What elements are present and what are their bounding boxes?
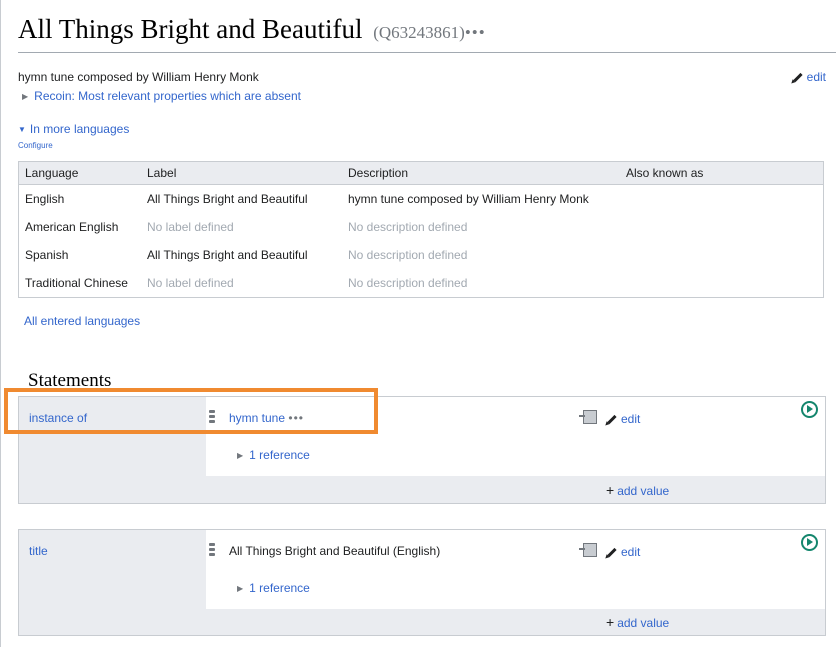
page-title: All Things Bright and Beautiful (Q632438…	[18, 14, 486, 45]
language-description: No description defined	[348, 248, 468, 262]
more-languages-toggle[interactable]: ▼ In more languages	[18, 122, 129, 136]
all-entered-languages-link[interactable]: All entered languages	[24, 314, 140, 328]
column-header-label: Label	[141, 161, 342, 185]
table-row: Spanish All Things Bright and Beautiful …	[19, 241, 824, 269]
language-label: All Things Bright and Beautiful	[147, 192, 308, 206]
language-label: No label defined	[147, 220, 234, 234]
item-label: All Things Bright and Beautiful	[18, 14, 363, 44]
add-statement-icon[interactable]	[801, 401, 818, 418]
add-value-label[interactable]: add value	[617, 484, 669, 498]
statement-value-area: All Things Bright and Beautiful (English…	[206, 530, 825, 609]
language-label: All Things Bright and Beautiful	[147, 248, 308, 262]
language-aliases	[620, 241, 824, 269]
language-name: Spanish	[25, 248, 69, 262]
pencil-icon	[607, 547, 617, 558]
triangle-down-icon: ▼	[18, 125, 26, 134]
configure-label[interactable]: Configure	[18, 141, 53, 150]
import-icon[interactable]	[579, 410, 597, 424]
language-name: English	[25, 192, 65, 206]
plus-icon: +	[606, 614, 615, 630]
more-languages-label[interactable]: In more languages	[30, 122, 129, 136]
pencil-icon	[607, 414, 617, 425]
language-aliases	[620, 269, 824, 298]
languages-header-row: Language Label Description Also known as	[18, 161, 824, 185]
column-header-language: Language	[18, 161, 141, 185]
statement-value: All Things Bright and Beautiful (English…	[229, 544, 441, 558]
edit-statement-link[interactable]: edit	[621, 545, 640, 559]
more-options-icon[interactable]: •••	[465, 23, 486, 42]
add-value-button[interactable]: + add value	[606, 482, 669, 498]
edit-description-link[interactable]: edit	[807, 70, 826, 84]
add-statement-icon[interactable]	[801, 534, 818, 551]
plus-icon: +	[606, 482, 615, 498]
statement-value-area: hymn tune ••• ▶ 1 reference edit	[206, 397, 825, 476]
references-toggle[interactable]: ▶ 1 reference	[237, 581, 310, 595]
property-link[interactable]: title	[29, 544, 48, 558]
statement-toolbar: edit	[579, 543, 640, 559]
references-toggle[interactable]: ▶ 1 reference	[237, 448, 310, 462]
recoin-toggle[interactable]: ▶ Recoin: Most relevant properties which …	[22, 89, 301, 103]
table-row: English All Things Bright and Beautiful …	[19, 185, 824, 214]
statement-group-title: title All Things Bright and Beautiful (E…	[18, 529, 826, 636]
languages-table: Language Label Description Also known as…	[18, 161, 824, 298]
table-row: American English No label defined No des…	[19, 213, 824, 241]
title-divider	[18, 52, 836, 53]
page-left-border	[0, 0, 1, 647]
value-link[interactable]: hymn tune	[229, 411, 285, 425]
triangle-right-icon: ▶	[237, 451, 244, 460]
language-aliases	[620, 185, 824, 214]
rank-icon[interactable]	[209, 543, 215, 557]
references-label[interactable]: 1 reference	[249, 448, 310, 462]
edit-description-button[interactable]: edit	[793, 70, 826, 84]
statement-group-instance-of: instance of hymn tune ••• ▶ 1 reference e…	[18, 396, 826, 504]
language-label: No label defined	[147, 276, 234, 290]
triangle-right-icon: ▶	[237, 584, 244, 593]
column-header-description: Description	[342, 161, 620, 185]
language-name: American English	[25, 220, 119, 234]
statement-toolbar: edit	[579, 410, 640, 426]
import-icon[interactable]	[579, 543, 597, 557]
language-description: No description defined	[348, 276, 468, 290]
language-aliases	[620, 213, 824, 241]
configure-link[interactable]: Configure	[18, 141, 53, 150]
language-description: hymn tune composed by William Henry Monk	[348, 192, 589, 206]
item-qid: (Q63243861)	[373, 23, 465, 42]
statements-heading: Statements	[28, 370, 112, 391]
pencil-icon	[793, 72, 803, 83]
recoin-label[interactable]: Recoin: Most relevant properties which a…	[34, 89, 301, 103]
references-label[interactable]: 1 reference	[249, 581, 310, 595]
value-more-icon[interactable]: •••	[288, 411, 304, 425]
add-value-button[interactable]: + add value	[606, 614, 669, 630]
add-value-label[interactable]: add value	[617, 616, 669, 630]
statement-value: hymn tune •••	[229, 411, 304, 425]
rank-icon[interactable]	[209, 410, 215, 424]
language-name: Traditional Chinese	[25, 276, 128, 290]
item-description: hymn tune composed by William Henry Monk	[18, 70, 259, 84]
property-link[interactable]: instance of	[29, 411, 87, 425]
column-header-also-known-as: Also known as	[620, 161, 824, 185]
table-row: Traditional Chinese No label defined No …	[19, 269, 824, 298]
all-entered-languages-label[interactable]: All entered languages	[24, 314, 140, 328]
language-description: No description defined	[348, 220, 468, 234]
triangle-right-icon: ▶	[22, 92, 29, 101]
edit-statement-link[interactable]: edit	[621, 412, 640, 426]
